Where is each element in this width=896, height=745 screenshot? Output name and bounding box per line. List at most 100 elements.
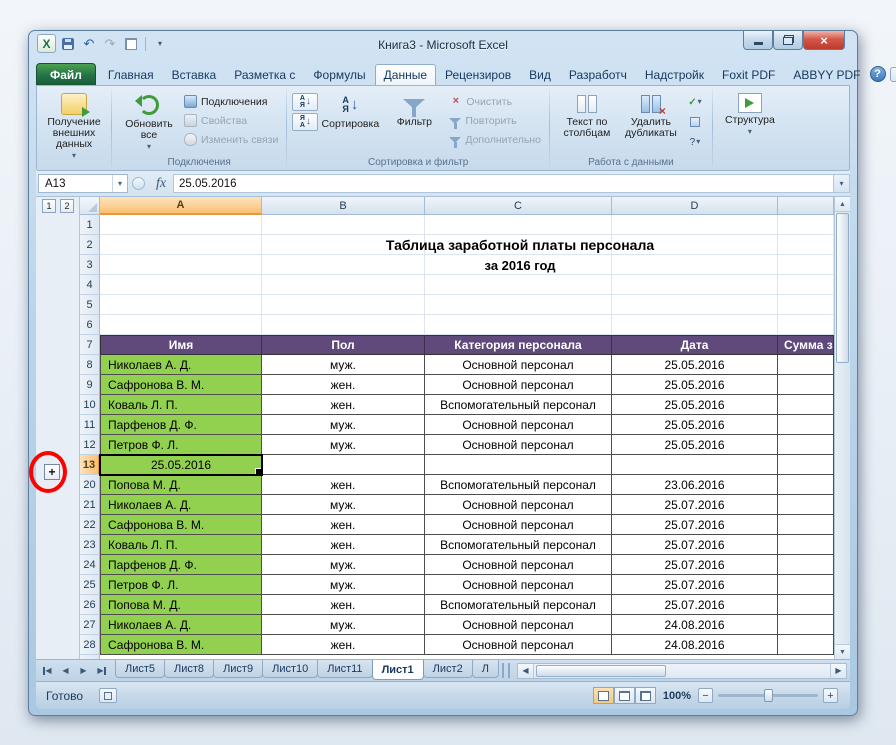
data-validation-button[interactable]: ✓ ▾: [683, 93, 707, 111]
sheet-tab[interactable]: Лист8: [164, 660, 214, 678]
cell-date[interactable]: 25.07.2016: [612, 535, 778, 555]
empty-cell[interactable]: [612, 315, 778, 335]
empty-cell[interactable]: [100, 315, 262, 335]
header-cell-date[interactable]: Дата: [612, 335, 778, 355]
empty-cell[interactable]: [100, 255, 262, 275]
row-number[interactable]: 24: [80, 555, 100, 575]
scroll-right-button[interactable]: ▶: [830, 664, 846, 678]
empty-cell[interactable]: [262, 215, 425, 235]
page-layout-view-button[interactable]: [614, 687, 635, 704]
empty-cell[interactable]: [100, 295, 262, 315]
get-external-data-button[interactable]: Получение внешних данных ▾: [42, 89, 106, 161]
ribbon-tab[interactable]: Вид: [520, 64, 560, 85]
what-if-analysis-button[interactable]: ? ▾: [683, 133, 707, 151]
cell-name[interactable]: Петров Ф. Л.: [100, 435, 262, 455]
zoom-out-button[interactable]: −: [698, 688, 713, 703]
row-number[interactable]: 6: [80, 315, 100, 335]
outline-structure-button[interactable]: Структура ▾: [718, 89, 782, 151]
sheet-tab[interactable]: Л: [472, 660, 499, 678]
remove-duplicates-button[interactable]: × Удалить дубликаты: [619, 89, 683, 151]
zoom-level-text[interactable]: 100%: [663, 690, 691, 702]
cell-date[interactable]: 25.05.2016: [612, 355, 778, 375]
empty-cell[interactable]: [612, 215, 778, 235]
cell-sum[interactable]: [778, 375, 834, 395]
cell-sum[interactable]: [778, 595, 834, 615]
ribbon-tab[interactable]: Формулы: [304, 64, 374, 85]
cell-date[interactable]: 25.05.2016: [612, 395, 778, 415]
sheet-tab[interactable]: Лист11: [317, 660, 372, 678]
insert-function-button[interactable]: fx: [149, 176, 173, 192]
row-number[interactable]: 9: [80, 375, 100, 395]
sort-ascending-button[interactable]: АЯ ↓: [292, 93, 318, 111]
empty-cell[interactable]: [778, 275, 834, 295]
tab-split-handle[interactable]: [502, 663, 510, 678]
refresh-all-button[interactable]: Обновить все ▾: [117, 89, 181, 152]
sheet-tab[interactable]: Лист2: [423, 660, 473, 678]
row-number[interactable]: 23: [80, 535, 100, 555]
macro-record-button[interactable]: [99, 688, 117, 703]
properties-button[interactable]: Свойства: [181, 112, 281, 129]
column-header-a[interactable]: A: [100, 197, 262, 215]
column-header-c[interactable]: C: [425, 197, 612, 215]
sheet-tab[interactable]: Лист9: [213, 660, 263, 678]
cell-date[interactable]: 25.07.2016: [612, 575, 778, 595]
ribbon-tab[interactable]: Foxit PDF: [713, 64, 784, 85]
cell-gender[interactable]: жен.: [262, 395, 425, 415]
cell-gender[interactable]: муж.: [262, 415, 425, 435]
cell-name[interactable]: Коваль Л. П.: [100, 535, 262, 555]
cell-name[interactable]: Парфенов Д. Ф.: [100, 415, 262, 435]
page-break-view-button[interactable]: [635, 687, 656, 704]
cell-sum[interactable]: [778, 495, 834, 515]
first-sheet-button[interactable]: ◀: [39, 663, 56, 679]
row-number[interactable]: 25: [80, 575, 100, 595]
empty-cell[interactable]: [778, 215, 834, 235]
cell-name[interactable]: Коваль Л. П.: [100, 395, 262, 415]
cell-sum[interactable]: [778, 555, 834, 575]
cell-name[interactable]: Николаев А. Д.: [100, 495, 262, 515]
name-box-dropdown[interactable]: ▾: [112, 175, 127, 192]
empty-cell[interactable]: [100, 215, 262, 235]
cell-date[interactable]: 25.07.2016: [612, 595, 778, 615]
text-to-columns-button[interactable]: Текст по столбцам: [555, 89, 619, 151]
row-number[interactable]: 22: [80, 515, 100, 535]
row-number[interactable]: 8: [80, 355, 100, 375]
expand-formula-bar-button[interactable]: ▾: [833, 174, 850, 193]
ribbon-tab[interactable]: Вставка: [163, 64, 226, 85]
cell-gender[interactable]: жен.: [262, 375, 425, 395]
edit-links-button[interactable]: Изменить связи: [181, 131, 281, 148]
empty-cell[interactable]: [425, 315, 612, 335]
empty-cell[interactable]: [100, 235, 262, 255]
empty-cell[interactable]: [262, 295, 425, 315]
cell-sum[interactable]: [778, 355, 834, 375]
cell-sum[interactable]: [778, 635, 834, 655]
restore-button[interactable]: [773, 31, 803, 50]
close-button[interactable]: ×: [803, 31, 845, 50]
zoom-in-button[interactable]: +: [823, 688, 838, 703]
ribbon-tab[interactable]: Данные: [375, 64, 436, 85]
cell-category[interactable]: Основной персонал: [425, 635, 612, 655]
sort-descending-button[interactable]: ЯА ↓: [292, 113, 318, 131]
row-number[interactable]: 11: [80, 415, 100, 435]
cell-gender[interactable]: жен.: [262, 535, 425, 555]
empty-cell[interactable]: [100, 275, 262, 295]
row-number[interactable]: 4: [80, 275, 100, 295]
cell-date[interactable]: 24.08.2016: [612, 635, 778, 655]
help-button[interactable]: ?: [870, 66, 886, 82]
empty-cell[interactable]: [262, 275, 425, 295]
cell-name[interactable]: Николаев А. Д.: [100, 615, 262, 635]
empty-cell[interactable]: [425, 275, 612, 295]
cell-category[interactable]: Основной персонал: [425, 415, 612, 435]
row-number[interactable]: 27: [80, 615, 100, 635]
normal-view-button[interactable]: [593, 687, 614, 704]
cell-sum[interactable]: [778, 395, 834, 415]
cell-sum[interactable]: [778, 515, 834, 535]
cell-category[interactable]: Основной персонал: [425, 515, 612, 535]
cell-name[interactable]: Парфенов Д. Ф.: [100, 555, 262, 575]
row-number[interactable]: 28: [80, 635, 100, 655]
empty-cell[interactable]: [612, 295, 778, 315]
horizontal-scrollbar[interactable]: ◀ ▶: [517, 663, 847, 679]
cell-category[interactable]: Основной персонал: [425, 375, 612, 395]
outline-level-1-button[interactable]: 1: [42, 199, 56, 213]
last-sheet-button[interactable]: ▶: [93, 663, 110, 679]
row-number[interactable]: 26: [80, 595, 100, 615]
